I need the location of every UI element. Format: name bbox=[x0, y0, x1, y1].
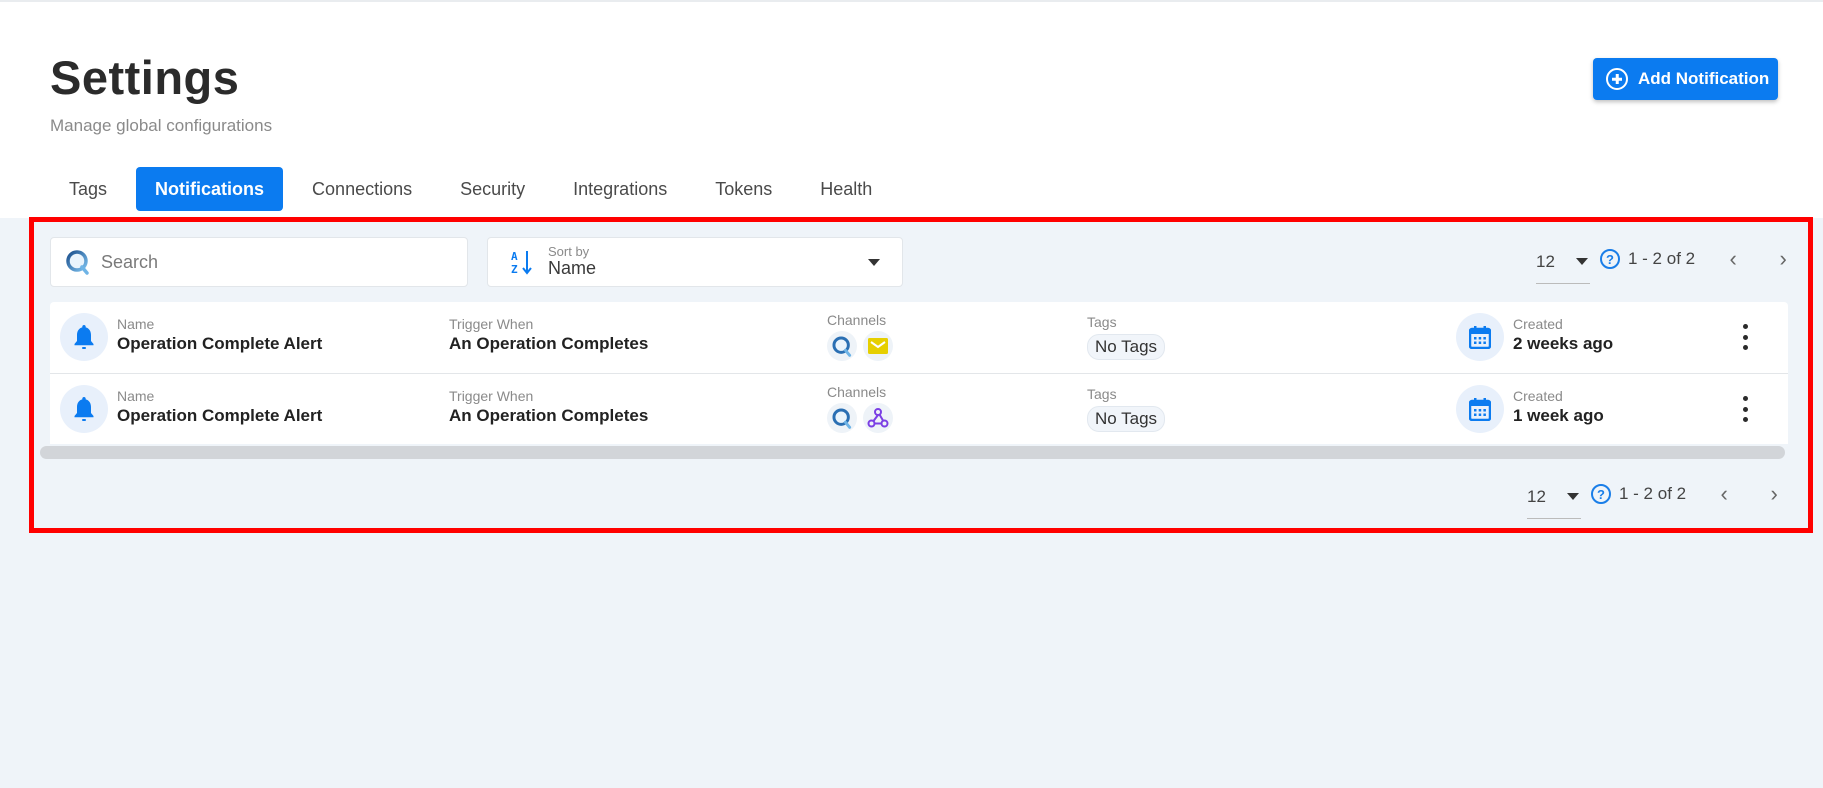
bell-icon bbox=[60, 313, 108, 361]
notifications-list: Name Operation Complete Alert Trigger Wh… bbox=[50, 302, 1788, 444]
help-icon[interactable]: ? bbox=[1591, 484, 1611, 504]
page-title: Settings bbox=[50, 51, 240, 104]
trigger-value: An Operation Completes bbox=[449, 334, 649, 353]
sort-by-label: Sort by bbox=[548, 243, 590, 259]
page-header: Settings Manage global configurations Ad… bbox=[0, 0, 1823, 218]
tags-label: Tags bbox=[1087, 386, 1117, 402]
per-page-value: 12 bbox=[1527, 486, 1546, 506]
channels-label: Channels bbox=[827, 384, 887, 400]
chevron-right-icon[interactable]: › bbox=[1771, 246, 1795, 271]
webhook-icon bbox=[863, 403, 893, 433]
caret-down-icon bbox=[1576, 258, 1588, 265]
tab-security[interactable]: Security bbox=[441, 167, 544, 211]
settings-tabs: Tags Notifications Connections Security … bbox=[50, 167, 901, 211]
calendar-icon bbox=[1456, 385, 1504, 433]
sort-by-dropdown[interactable]: A Z Sort by Name bbox=[487, 237, 903, 287]
notification-name: Operation Complete Alert bbox=[117, 334, 323, 353]
chevron-right-icon[interactable]: › bbox=[1762, 481, 1786, 506]
created-label: Created bbox=[1513, 388, 1563, 404]
page-subtitle: Manage global configurations bbox=[50, 116, 273, 135]
per-page-select[interactable]: 12 bbox=[1527, 481, 1581, 519]
list-item[interactable]: Name Operation Complete Alert Trigger Wh… bbox=[50, 302, 1788, 373]
search-icon bbox=[66, 250, 89, 275]
tab-tokens[interactable]: Tokens bbox=[696, 167, 791, 211]
per-page-select[interactable]: 12 bbox=[1536, 246, 1590, 284]
name-label: Name bbox=[117, 388, 155, 404]
tab-connections[interactable]: Connections bbox=[293, 167, 431, 211]
trigger-label: Trigger When bbox=[449, 316, 534, 332]
tag-pill: No Tags bbox=[1087, 334, 1166, 360]
tab-notifications[interactable]: Notifications bbox=[136, 167, 284, 211]
pagination-range: 1 - 2 of 2 bbox=[1628, 249, 1696, 268]
tab-integrations[interactable]: Integrations bbox=[554, 167, 686, 211]
plus-circle-icon bbox=[1606, 68, 1628, 90]
add-notification-label: Add Notification bbox=[1638, 69, 1770, 88]
app-logo-icon bbox=[827, 403, 857, 433]
horizontal-scrollbar[interactable] bbox=[40, 446, 1785, 459]
help-icon[interactable]: ? bbox=[1600, 249, 1620, 269]
created-value: 2 weeks ago bbox=[1513, 334, 1614, 353]
calendar-icon bbox=[1456, 313, 1504, 361]
more-options-icon[interactable] bbox=[1738, 324, 1752, 350]
pagination-range: 1 - 2 of 2 bbox=[1619, 484, 1687, 503]
tags-label: Tags bbox=[1087, 314, 1117, 330]
search-placeholder: Search bbox=[101, 251, 159, 272]
tag-pill: No Tags bbox=[1087, 406, 1166, 432]
sort-az-icon: A Z bbox=[511, 250, 532, 276]
trigger-value: An Operation Completes bbox=[449, 406, 649, 425]
created-value: 1 week ago bbox=[1513, 406, 1604, 425]
bell-icon bbox=[60, 385, 108, 433]
more-options-icon[interactable] bbox=[1738, 396, 1752, 422]
app-logo-icon bbox=[827, 331, 857, 361]
search-input[interactable]: Search bbox=[50, 237, 468, 287]
svg-text:A: A bbox=[511, 250, 518, 263]
add-notification-button[interactable]: Add Notification bbox=[1593, 58, 1778, 100]
chevron-down-icon bbox=[868, 259, 880, 266]
email-icon bbox=[863, 331, 893, 361]
tab-health[interactable]: Health bbox=[801, 167, 891, 211]
sort-by-value: Name bbox=[548, 258, 597, 279]
created-label: Created bbox=[1513, 316, 1563, 332]
caret-down-icon bbox=[1567, 493, 1579, 500]
notification-name: Operation Complete Alert bbox=[117, 406, 323, 425]
chevron-left-icon[interactable]: ‹ bbox=[1712, 481, 1736, 506]
svg-text:Z: Z bbox=[511, 263, 518, 276]
chevron-left-icon[interactable]: ‹ bbox=[1721, 246, 1745, 271]
pagination-bottom: 12 ? 1 - 2 of 2 ‹ › bbox=[1527, 478, 1812, 519]
tab-tags[interactable]: Tags bbox=[50, 167, 126, 211]
name-label: Name bbox=[117, 316, 155, 332]
trigger-label: Trigger When bbox=[449, 388, 534, 404]
per-page-value: 12 bbox=[1536, 251, 1555, 271]
list-item[interactable]: Name Operation Complete Alert Trigger Wh… bbox=[50, 373, 1788, 444]
pagination-top: 12 ? 1 - 2 of 2 ‹ › bbox=[1536, 243, 1821, 284]
channels-label: Channels bbox=[827, 312, 887, 328]
